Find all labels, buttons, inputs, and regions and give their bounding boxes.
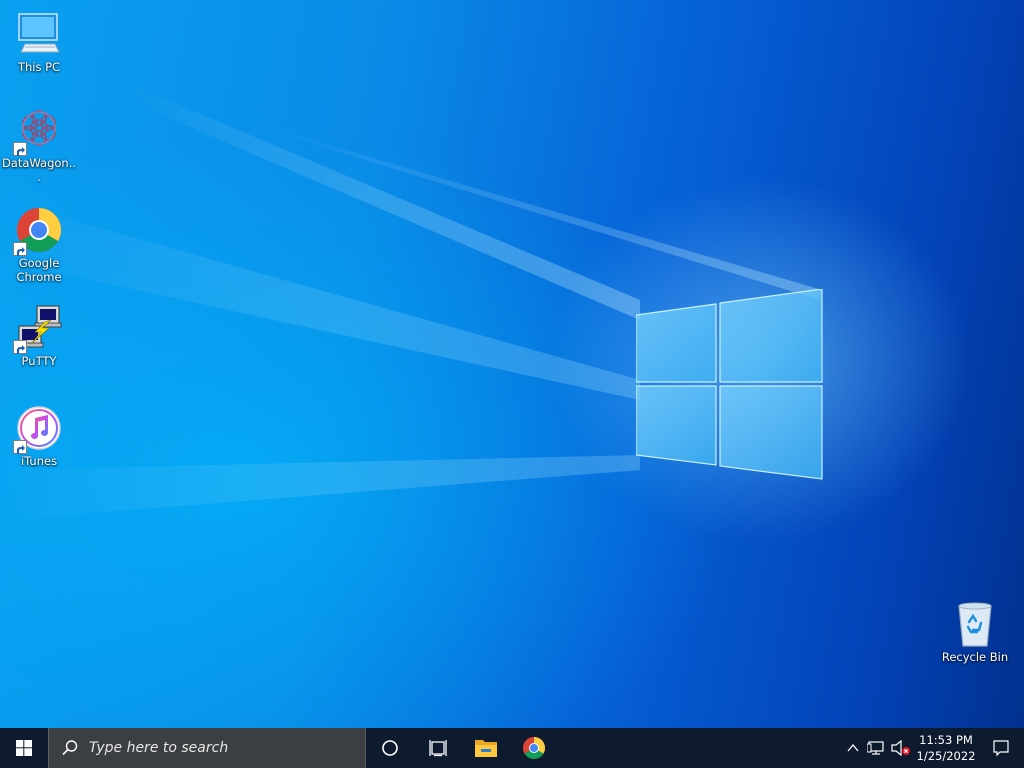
shortcut-arrow-icon <box>13 340 27 354</box>
desktop-icon-datawagon[interactable]: DataWagon... <box>1 106 77 184</box>
volume-muted-icon <box>891 740 910 756</box>
taskbar-clock[interactable]: 11:53 PM 1/25/2022 <box>914 728 978 768</box>
system-tray: 11:53 PM 1/25/2022 <box>842 728 1024 768</box>
volume-tray-button[interactable] <box>888 728 914 768</box>
start-button[interactable] <box>0 728 48 768</box>
shortcut-arrow-icon <box>13 440 27 454</box>
cortana-icon <box>382 740 398 756</box>
desktop-icon-label: iTunes <box>20 454 58 468</box>
shortcut-arrow-icon <box>13 142 27 156</box>
desktop-icon-google-chrome[interactable]: Google Chrome <box>1 206 77 284</box>
file-explorer-icon <box>475 740 497 757</box>
task-view-button[interactable] <box>414 728 462 768</box>
cortana-button[interactable] <box>366 728 414 768</box>
clock-time: 11:53 PM <box>919 733 973 747</box>
network-icon <box>867 741 884 755</box>
show-hidden-icons-button[interactable] <box>842 728 864 768</box>
taskbar: Type here to search 11:53 PM 1/25/2022 <box>0 728 1024 768</box>
this-pc-icon <box>15 10 63 58</box>
desktop-icon-label: Google Chrome <box>16 256 62 284</box>
action-center-button[interactable] <box>978 728 1024 768</box>
windows-logo-wallpaper <box>635 288 824 481</box>
desktop-icon-putty[interactable]: PuTTY <box>1 304 77 368</box>
chrome-icon <box>523 737 545 759</box>
datawagon-icon <box>13 106 63 156</box>
desktop-icon-recycle-bin[interactable]: Recycle Bin <box>937 600 1013 664</box>
desktop-icon-label: DataWagon... <box>1 156 77 184</box>
file-explorer-taskbar-button[interactable] <box>462 728 510 768</box>
desktop-wallpaper[interactable]: This PC DataWagon... Google Chrome PuTTY… <box>0 0 1024 728</box>
chrome-icon <box>13 206 63 256</box>
desktop-icon-label: This PC <box>17 60 61 74</box>
desktop-icon-this-pc[interactable]: This PC <box>1 10 77 74</box>
desktop-icon-label: PuTTY <box>21 354 57 368</box>
chrome-taskbar-button[interactable] <box>510 728 558 768</box>
putty-icon <box>13 304 63 354</box>
action-center-icon <box>993 740 1009 757</box>
network-tray-button[interactable] <box>864 728 888 768</box>
task-view-icon <box>429 740 447 757</box>
wallpaper-light-beams <box>0 0 1024 728</box>
recycle-bin-icon <box>951 600 999 648</box>
desktop-icon-label: Recycle Bin <box>941 650 1009 664</box>
search-icon <box>62 740 78 756</box>
clock-date: 1/25/2022 <box>916 749 976 763</box>
chevron-up-icon <box>847 743 859 752</box>
windows-start-icon <box>16 740 32 756</box>
shortcut-arrow-icon <box>13 242 27 256</box>
search-placeholder: Type here to search <box>89 740 229 756</box>
itunes-icon <box>13 404 63 454</box>
desktop-icon-itunes[interactable]: iTunes <box>1 404 77 468</box>
taskbar-search-box[interactable]: Type here to search <box>48 728 366 768</box>
